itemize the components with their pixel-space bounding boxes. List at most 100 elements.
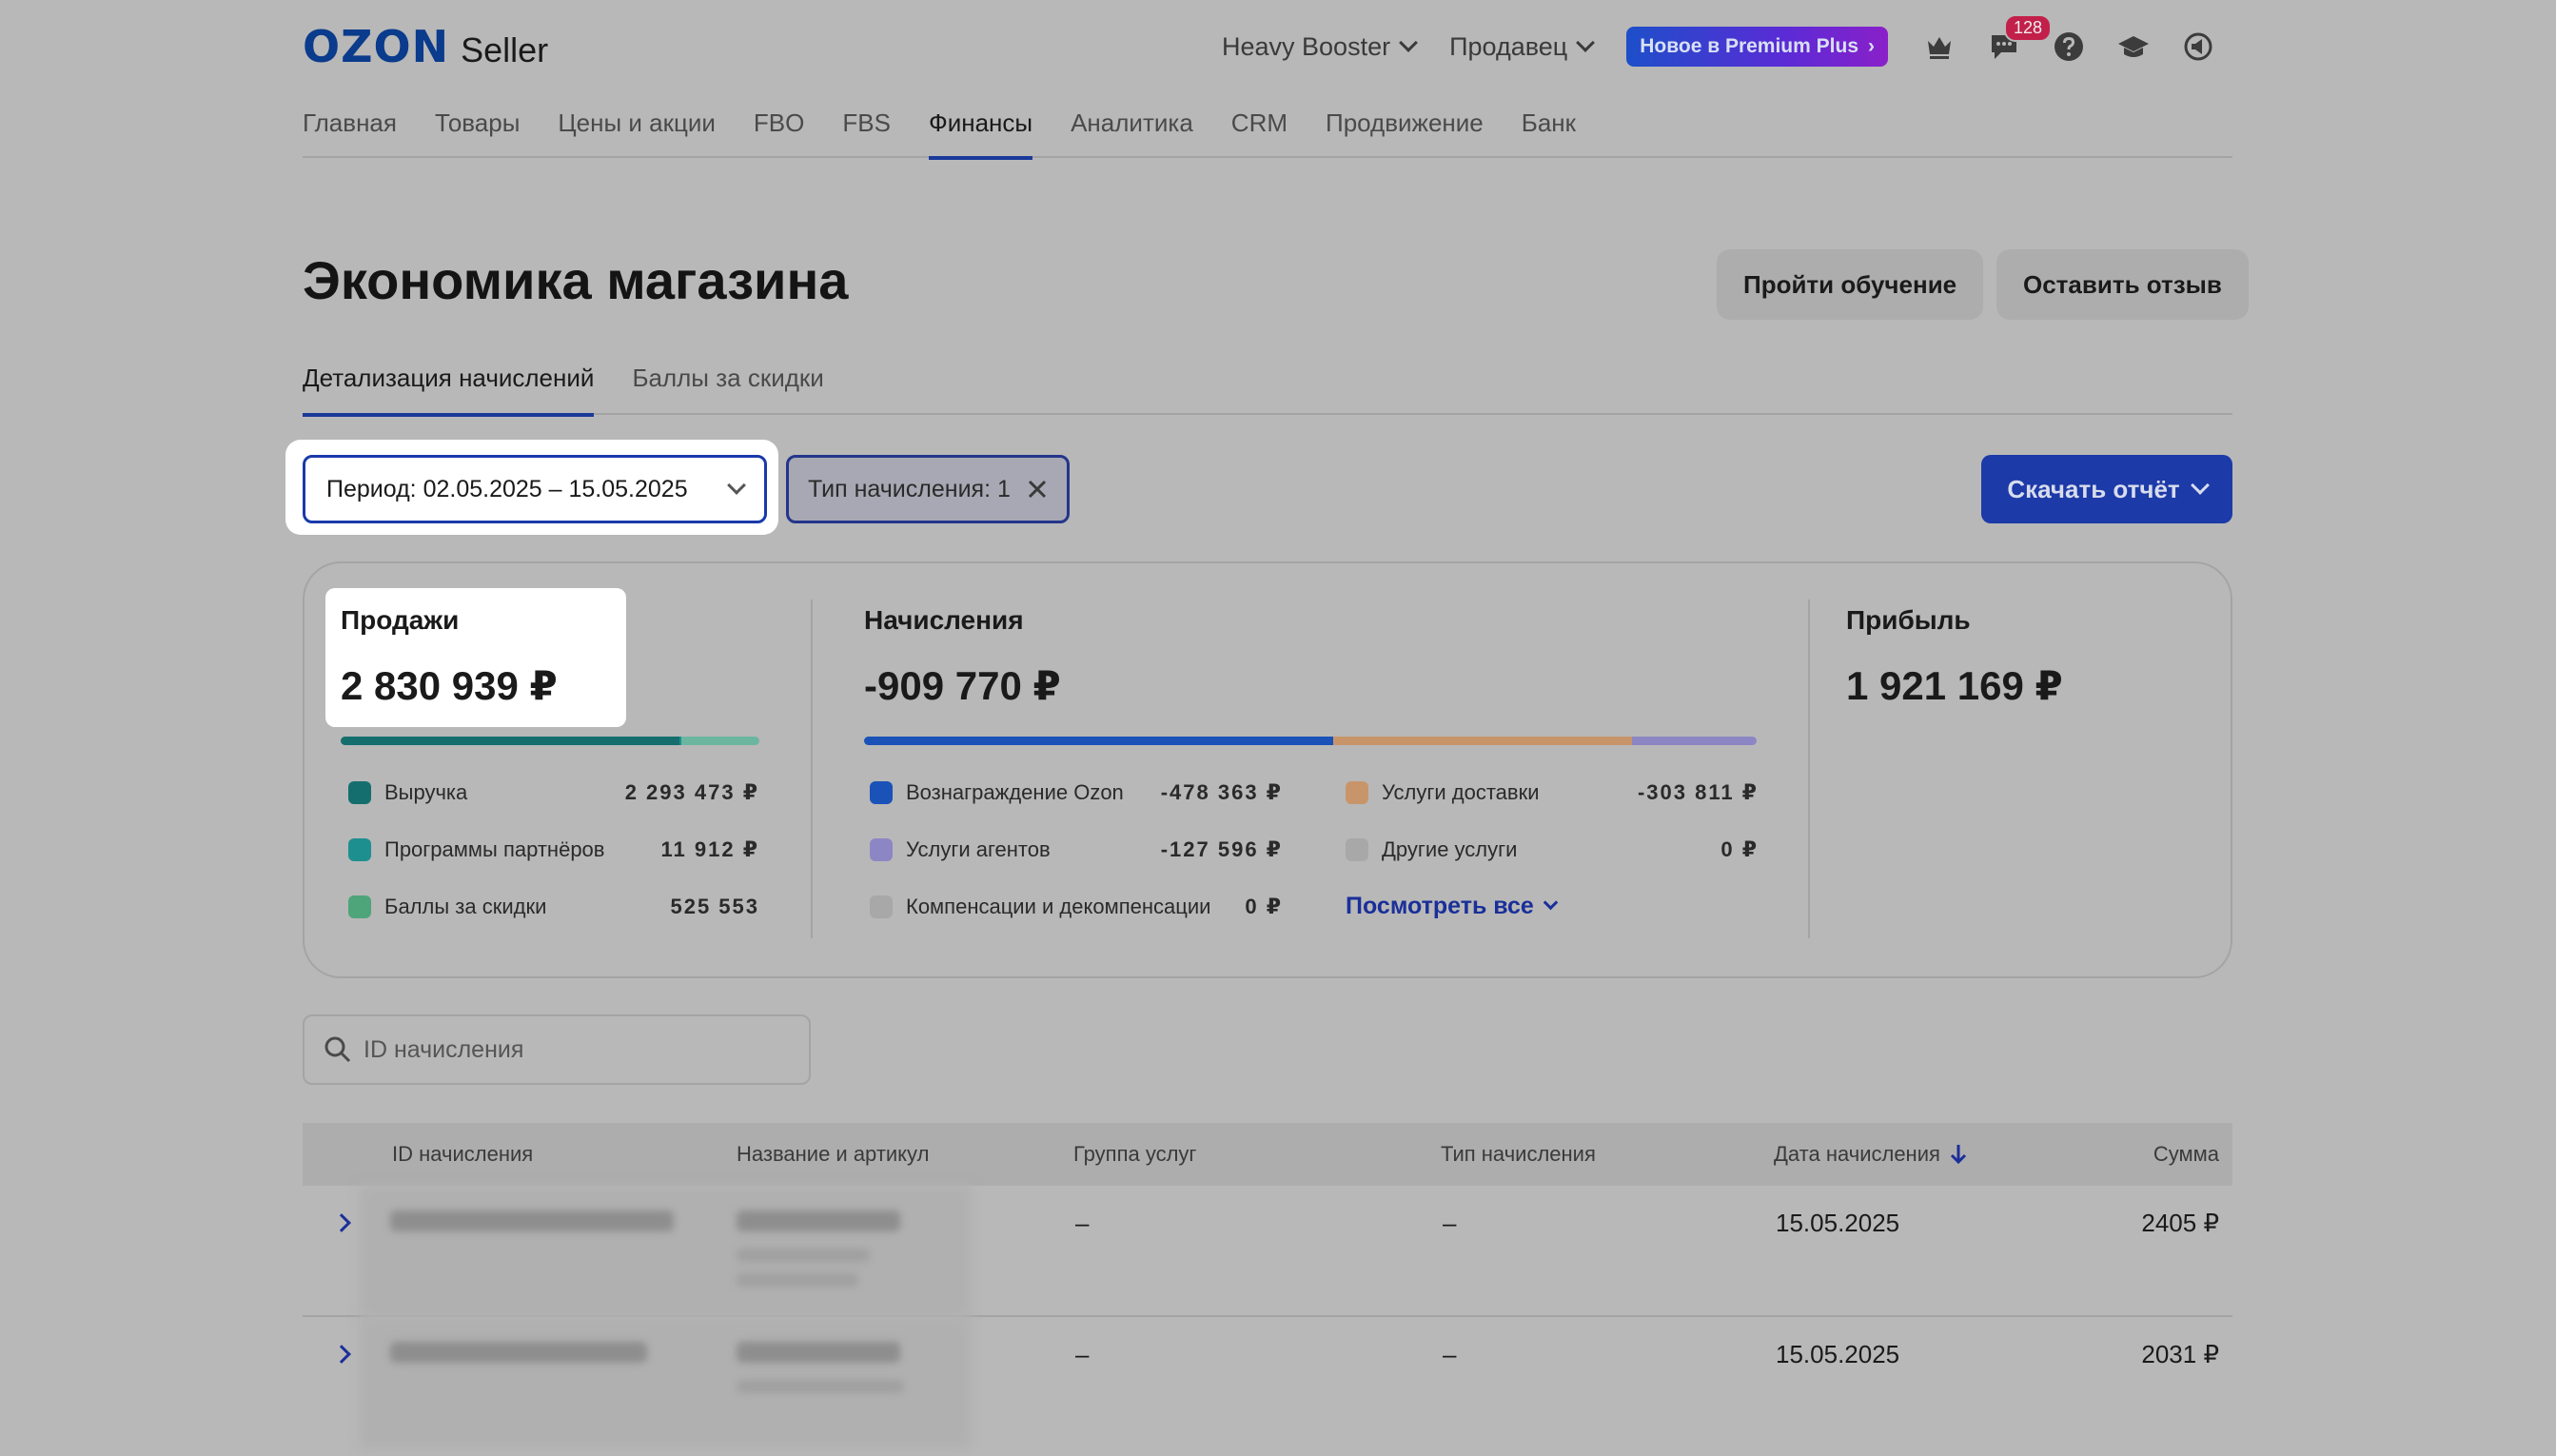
- accruals-title: Начисления: [864, 605, 1024, 635]
- profit-title: Прибыль: [1846, 605, 1971, 635]
- page-title: Экономика магазина: [303, 250, 849, 310]
- column-header[interactable]: Название и артикул: [737, 1142, 929, 1167]
- period-filter[interactable]: Период: 02.05.2025 – 15.05.2025: [303, 455, 767, 523]
- chevron-down-icon: [727, 476, 746, 495]
- legend-label: Баллы за скидки: [384, 895, 547, 918]
- cell-date: 15.05.2025: [1776, 1209, 1900, 1237]
- nav-item-fbo[interactable]: FBO: [754, 103, 804, 158]
- sales-legend: Выручка 2 293 473 ₽ Программы партнёров …: [348, 778, 759, 921]
- cell-type: –: [1443, 1340, 1457, 1368]
- search-icon: [324, 1036, 351, 1063]
- chevron-right-icon: ›: [1868, 35, 1875, 57]
- legend-value: 11 912 ₽: [660, 837, 759, 861]
- header-actions: Heavy Booster Продавец Новое в Premium P…: [1222, 14, 2244, 70]
- accrual-type-label: Тип начисления: 1: [808, 475, 1011, 502]
- close-icon[interactable]: [1027, 479, 1048, 500]
- logo-brand: OZON: [303, 21, 450, 72]
- education-button[interactable]: [2114, 28, 2153, 66]
- redacted-area: [360, 1186, 971, 1317]
- column-header[interactable]: Группа услуг: [1073, 1142, 1196, 1167]
- view-all-link[interactable]: Посмотреть все: [1346, 893, 1759, 920]
- download-report-button[interactable]: Скачать отчёт: [1981, 455, 2232, 523]
- column-header[interactable]: ID начисления: [392, 1142, 533, 1167]
- crown-button[interactable]: [1920, 28, 1958, 66]
- premium-label: Новое в Premium Plus: [1640, 35, 1858, 57]
- column-header[interactable]: Сумма: [2153, 1142, 2219, 1167]
- logo-product: Seller: [461, 30, 549, 69]
- chevron-down-icon: [2190, 476, 2210, 495]
- sales-bar-revenue: [341, 737, 680, 745]
- redacted-id: [390, 1210, 674, 1231]
- chevron-right-icon[interactable]: [332, 1213, 351, 1232]
- table-header: ID начисления Название и артикул Группа …: [303, 1123, 2232, 1186]
- messages-button[interactable]: 128: [1985, 14, 2053, 66]
- nav-item-crm[interactable]: CRM: [1231, 103, 1288, 158]
- table-row[interactable]: – – 15.05.2025 2405 ₽: [303, 1186, 2232, 1317]
- legend-item: Программы партнёров 11 912 ₽: [348, 836, 759, 864]
- cell-date: 15.05.2025: [1776, 1340, 1900, 1368]
- search-placeholder: ID начисления: [364, 1035, 524, 1063]
- cell-amount: 2405 ₽: [2141, 1209, 2219, 1237]
- chevron-right-icon[interactable]: [332, 1345, 351, 1364]
- nav-item-finance[interactable]: Финансы: [928, 103, 1033, 160]
- main-nav: Главная Товары Цены и акции FBO FBS Фина…: [303, 103, 2232, 160]
- role-dropdown[interactable]: Продавец: [1449, 31, 1596, 62]
- sales-title: Продажи: [341, 605, 460, 635]
- legend-value: -478 363 ₽: [1160, 780, 1283, 804]
- swatch: [870, 781, 893, 804]
- sales-value: 2 830 939 ₽: [341, 663, 558, 708]
- nav-item-prices[interactable]: Цены и акции: [558, 103, 715, 158]
- ozon-seller-logo[interactable]: OZON Seller: [303, 21, 549, 72]
- accruals-bar-delivery: [1333, 737, 1632, 745]
- role-name: Продавец: [1449, 31, 1568, 61]
- nav-item-products[interactable]: Товары: [435, 103, 520, 158]
- nav-item-fbs[interactable]: FBS: [842, 103, 891, 158]
- legend-label: Услуги доставки: [1382, 780, 1540, 804]
- legend-label: Услуги агентов: [906, 837, 1051, 861]
- cell-group: –: [1075, 1209, 1090, 1237]
- tab-discount-points[interactable]: Баллы за скидки: [632, 362, 823, 415]
- swatch: [348, 781, 371, 804]
- premium-plus-button[interactable]: Новое в Premium Plus ›: [1626, 27, 1888, 67]
- tab-accrual-details[interactable]: Детализация начислений: [303, 362, 595, 417]
- nav-item-main[interactable]: Главная: [303, 103, 397, 158]
- chevron-down-icon: [1543, 895, 1559, 911]
- legend-label: Выручка: [384, 780, 468, 804]
- period-label: Период: 02.05.2025 – 15.05.2025: [326, 475, 688, 502]
- help-button[interactable]: [2050, 28, 2088, 66]
- cell-type: –: [1443, 1209, 1457, 1237]
- column-header-date[interactable]: Дата начисления: [1774, 1142, 1967, 1167]
- swatch: [348, 838, 371, 861]
- crown-icon: [1928, 37, 1951, 59]
- accrual-type-filter[interactable]: Тип начисления: 1: [786, 455, 1070, 523]
- legend-item: Баллы за скидки 525 553: [348, 893, 759, 921]
- nav-item-bank[interactable]: Банк: [1522, 103, 1576, 158]
- legend-item: Услуги агентов -127 596 ₽: [870, 836, 1283, 864]
- legend-value: 0 ₽: [1245, 895, 1283, 918]
- learn-button[interactable]: Пройти обучение: [1717, 249, 1984, 320]
- accruals-bar-ozon-fee: [864, 737, 1334, 745]
- news-button[interactable]: [2179, 28, 2217, 66]
- legend-item: Вознаграждение Ozon -478 363 ₽: [870, 778, 1283, 807]
- accruals-value: -909 770 ₽: [864, 663, 1061, 708]
- question-icon: [2055, 32, 2083, 61]
- accrual-id-search[interactable]: ID начисления: [303, 1014, 811, 1085]
- column-header[interactable]: Тип начисления: [1441, 1142, 1596, 1167]
- legend-label: Вознаграждение Ozon: [906, 780, 1124, 804]
- redacted-sku: [737, 1273, 858, 1287]
- review-button[interactable]: Оставить отзыв: [1996, 249, 2249, 320]
- legend-value: -127 596 ₽: [1160, 837, 1283, 861]
- arrow-down-icon: [1950, 1145, 1966, 1165]
- divider: [1808, 600, 1810, 938]
- table-row[interactable]: – – 15.05.2025 2031 ₽: [303, 1317, 2232, 1448]
- swatch: [1346, 838, 1368, 861]
- swatch: [870, 838, 893, 861]
- account-dropdown[interactable]: Heavy Booster: [1222, 32, 1418, 62]
- redacted-sku: [737, 1249, 870, 1262]
- nav-item-promotion[interactable]: Продвижение: [1326, 103, 1484, 158]
- nav-item-analytics[interactable]: Аналитика: [1071, 103, 1193, 158]
- download-label: Скачать отчёт: [2007, 474, 2180, 503]
- cell-group: –: [1075, 1340, 1090, 1368]
- legend-item: Услуги доставки -303 811 ₽: [1346, 778, 1759, 807]
- redacted-name: [737, 1342, 900, 1363]
